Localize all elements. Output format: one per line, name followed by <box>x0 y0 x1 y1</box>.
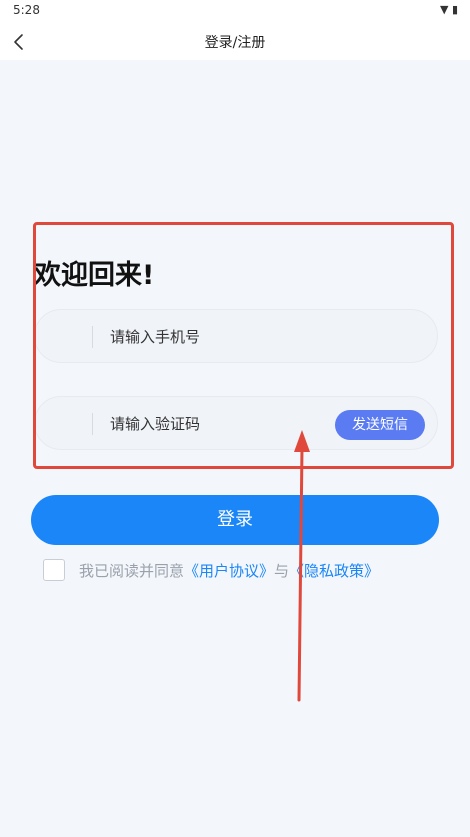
agreement-conjunction: 与 <box>274 562 290 580</box>
field-divider <box>92 326 93 348</box>
field-divider <box>92 413 93 435</box>
nav-bar: 登录/注册 <box>0 24 470 60</box>
welcome-heading: 欢迎回来! <box>34 260 155 291</box>
page-title: 登录/注册 <box>204 35 266 51</box>
phone-field[interactable] <box>34 309 438 363</box>
verification-code-input[interactable] <box>108 407 332 441</box>
privacy-policy-link[interactable]: 《隐私政策》 <box>289 562 379 580</box>
agreement-text: 我已阅读并同意《用户协议》与《隐私政策》 <box>79 560 379 581</box>
phone-input[interactable] <box>108 320 332 354</box>
agreement-checkbox[interactable] <box>43 559 65 581</box>
status-bar: 5:28 ▼ ▮ <box>0 0 470 24</box>
status-time: 5:28 <box>13 3 40 17</box>
agreement-prefix: 我已阅读并同意 <box>79 562 185 580</box>
send-sms-button[interactable]: 发送短信 <box>335 410 425 440</box>
login-button[interactable]: 登录 <box>31 495 439 545</box>
agreement-row: 我已阅读并同意《用户协议》与《隐私政策》 <box>43 557 443 583</box>
code-field[interactable]: 发送短信 <box>34 396 438 450</box>
user-agreement-link[interactable]: 《用户协议》 <box>184 562 274 580</box>
wifi-battery-icon: ▼ ▮ <box>439 3 458 16</box>
